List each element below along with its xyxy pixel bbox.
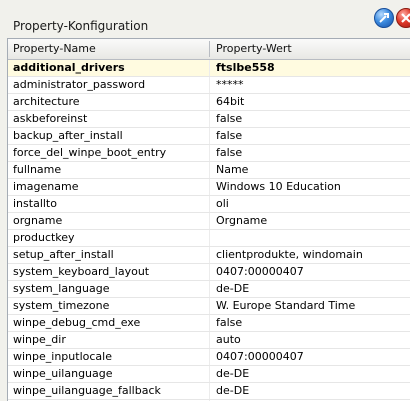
table-row[interactable]: askbeforeinst false <box>8 111 410 128</box>
property-value-cell[interactable]: false <box>216 315 410 331</box>
close-button[interactable] <box>396 8 410 28</box>
cell-separator <box>209 145 210 161</box>
cell-separator <box>209 60 210 76</box>
cell-separator <box>209 332 210 348</box>
property-value-cell[interactable]: clientprodukte, windomain <box>216 247 410 263</box>
cell-separator <box>209 213 210 229</box>
help-button[interactable] <box>374 8 394 28</box>
property-name-cell[interactable]: installto <box>13 196 208 212</box>
close-icon <box>401 13 410 23</box>
property-value-cell[interactable]: W. Europe Standard Time <box>216 298 410 314</box>
title-bar: Property-Konfiguration <box>0 0 410 36</box>
property-name-cell[interactable]: additional_drivers <box>13 60 208 76</box>
property-value-cell[interactable]: Name <box>216 162 410 178</box>
cell-separator <box>209 111 210 127</box>
property-name-cell[interactable]: winpe_debug_cmd_exe <box>13 315 208 331</box>
property-value-cell[interactable]: de-DE <box>216 281 410 297</box>
table-row[interactable]: architecture 64bit <box>8 94 410 111</box>
property-name-cell[interactable]: architecture <box>13 94 208 110</box>
property-name-cell[interactable]: imagename <box>13 179 208 195</box>
cell-separator <box>209 162 210 178</box>
property-value-cell[interactable]: 0407:00000407 <box>216 349 410 365</box>
property-value-cell[interactable]: de-DE <box>216 383 410 399</box>
cell-separator <box>209 179 210 195</box>
cell-separator <box>209 315 210 331</box>
cell-separator <box>209 94 210 110</box>
property-name-cell[interactable]: winpe_dir <box>13 332 208 348</box>
property-value-cell[interactable]: oli <box>216 196 410 212</box>
property-name-cell[interactable]: fullname <box>13 162 208 178</box>
table-row[interactable]: system_language de-DE <box>8 281 410 298</box>
cell-separator <box>209 298 210 314</box>
property-value-cell[interactable]: false <box>216 111 410 127</box>
property-table: Property-Name Property-Wert additional_d… <box>7 38 410 401</box>
cell-separator <box>209 230 210 246</box>
property-name-cell[interactable]: winpe_inputlocale <box>13 349 208 365</box>
property-name-cell[interactable]: winpe_uilanguage <box>13 366 208 382</box>
property-value-cell[interactable]: auto <box>216 332 410 348</box>
property-name-cell[interactable]: askbeforeinst <box>13 111 208 127</box>
cell-separator <box>209 247 210 263</box>
column-header-name[interactable]: Property-Name <box>13 39 96 59</box>
property-value-cell[interactable]: ***** <box>216 77 410 93</box>
property-value-cell[interactable] <box>216 230 410 246</box>
table-row[interactable]: winpe_uilanguage de-DE <box>8 366 410 383</box>
table-row[interactable]: installto oli <box>8 196 410 213</box>
property-value-cell[interactable]: false <box>216 145 410 161</box>
cell-separator <box>209 366 210 382</box>
property-name-cell[interactable]: productkey <box>13 230 208 246</box>
cell-separator <box>209 264 210 280</box>
property-value-cell[interactable]: Orgname <box>216 213 410 229</box>
table-row[interactable]: productkey <box>8 230 410 247</box>
property-name-cell[interactable]: system_keyboard_layout <box>13 264 208 280</box>
table-row[interactable]: winpe_inputlocale 0407:00000407 <box>8 349 410 366</box>
property-name-cell[interactable]: backup_after_install <box>13 128 208 144</box>
property-value-cell[interactable]: 0407:00000407 <box>216 264 410 280</box>
column-separator[interactable] <box>209 41 210 57</box>
cell-separator <box>209 128 210 144</box>
table-row[interactable]: imagename Windows 10 Education <box>8 179 410 196</box>
table-row[interactable]: force_del_winpe_boot_entry false <box>8 145 410 162</box>
table-row[interactable]: orgname Orgname <box>8 213 410 230</box>
property-value-cell[interactable]: 64bit <box>216 94 410 110</box>
property-value-cell[interactable]: false <box>216 128 410 144</box>
cell-separator <box>209 349 210 365</box>
property-name-cell[interactable]: setup_after_install <box>13 247 208 263</box>
table-row[interactable]: backup_after_install false <box>8 128 410 145</box>
property-value-cell[interactable]: Windows 10 Education <box>216 179 410 195</box>
column-header-value[interactable]: Property-Wert <box>216 39 292 59</box>
table-row[interactable]: fullname Name <box>8 162 410 179</box>
property-value-cell[interactable]: ftslbe558 <box>216 60 410 76</box>
property-name-cell[interactable]: force_del_winpe_boot_entry <box>13 145 208 161</box>
table-row[interactable]: winpe_uilanguage_fallback de-DE <box>8 383 410 400</box>
property-name-cell[interactable]: winpe_uilanguage_fallback <box>13 383 208 399</box>
panel-title: Property-Konfiguration <box>13 19 149 33</box>
property-name-cell[interactable]: system_language <box>13 281 208 297</box>
property-name-cell[interactable]: orgname <box>13 213 208 229</box>
property-name-cell[interactable]: administrator_password <box>13 77 208 93</box>
cell-separator <box>209 383 210 399</box>
help-icon <box>379 13 389 23</box>
table-row[interactable]: winpe_dir auto <box>8 332 410 349</box>
table-row[interactable]: administrator_password ***** <box>8 77 410 94</box>
cell-separator <box>209 281 210 297</box>
property-name-cell[interactable]: system_timezone <box>13 298 208 314</box>
table-row[interactable]: system_timezone W. Europe Standard Time <box>8 298 410 315</box>
table-row[interactable]: setup_after_install clientprodukte, windo… <box>8 247 410 264</box>
table-header: Property-Name Property-Wert <box>8 39 410 60</box>
property-value-cell[interactable]: de-DE <box>216 366 410 382</box>
cell-separator <box>209 77 210 93</box>
cell-separator <box>209 196 210 212</box>
table-row[interactable]: additional_drivers ftslbe558 <box>8 60 410 77</box>
table-body: additional_drivers ftslbe558 administrator… <box>8 60 410 401</box>
table-row[interactable]: system_keyboard_layout 0407:00000407 <box>8 264 410 281</box>
table-row[interactable]: winpe_debug_cmd_exe false <box>8 315 410 332</box>
